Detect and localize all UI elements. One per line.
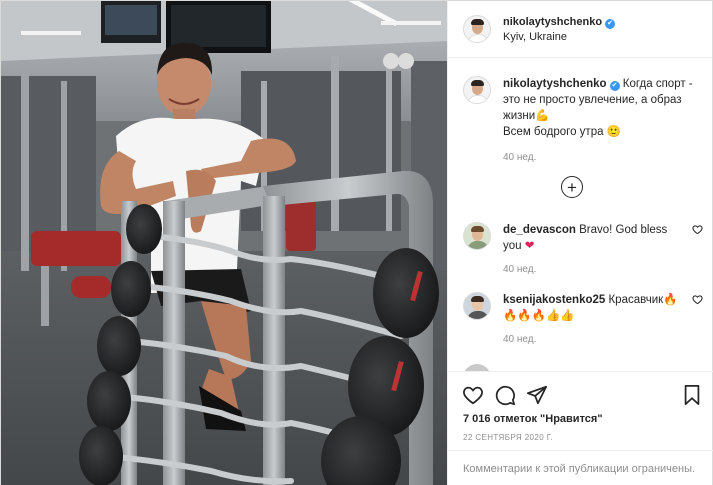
comments-scroll-area[interactable]: nikolaytyshchenko ✔ Когда спорт - это не … xyxy=(448,58,713,371)
comment-time[interactable]: 40 нед. xyxy=(503,334,703,345)
post-location[interactable]: Kyiv, Ukraine xyxy=(503,30,615,45)
author-avatar[interactable] xyxy=(463,15,491,43)
caption: nikolaytyshchenko ✔ Когда спорт - это не … xyxy=(463,76,703,163)
post-side-panel: nikolaytyshchenko ✔ Kyiv, Ukraine nikolay… xyxy=(447,1,713,485)
verified-badge-icon: ✔ xyxy=(609,81,620,91)
like-heart-icon[interactable] xyxy=(462,384,484,406)
flexed-biceps-emoji: 💪 xyxy=(535,110,550,122)
comment-item: de_devascon Bravo! God bless you ❤ 40 не… xyxy=(463,222,703,275)
post-photo[interactable] xyxy=(1,1,447,485)
comment-text: Красавчик xyxy=(608,294,664,306)
post-header-text: nikolaytyshchenko ✔ Kyiv, Ukraine xyxy=(503,13,616,45)
caption-username[interactable]: nikolaytyshchenko xyxy=(503,78,607,90)
caption-time[interactable]: 40 нед. xyxy=(503,152,703,163)
save-bookmark-icon[interactable] xyxy=(682,384,702,406)
verified-badge-icon: ✔ xyxy=(605,19,616,29)
commenter-avatar[interactable] xyxy=(463,222,491,250)
thumbs-up-emoji-row: 👍👍 xyxy=(545,310,575,322)
comment-body: ksenijakostenko25 Красавчик🔥 🔥🔥🔥👍👍 xyxy=(503,292,703,324)
heart-emoji: ❤ xyxy=(524,240,535,252)
caption-avatar[interactable] xyxy=(463,76,491,104)
comment-item: ksenijakostenko25 Красавчик🔥 🔥🔥🔥👍👍 40 не… xyxy=(463,292,703,345)
fire-emoji-row: 🔥🔥🔥 xyxy=(503,310,546,322)
author-username[interactable]: nikolaytyshchenko xyxy=(503,16,602,28)
commenter-avatar[interactable] xyxy=(463,292,491,320)
next-comment-avatar-partial xyxy=(463,364,491,371)
comments-restricted-notice: Комментарии к этой публикации ограничены… xyxy=(448,450,713,485)
fire-emoji: 🔥 xyxy=(663,294,678,306)
comment-bubble-icon[interactable] xyxy=(494,384,516,406)
comment-body: de_devascon Bravo! God bless you ❤ xyxy=(503,222,703,254)
likes-count[interactable]: 7 016 отметок "Нравится" xyxy=(463,413,603,425)
post-date[interactable]: 22 СЕНТЯБРЯ 2020 Г. xyxy=(463,433,553,442)
comment-username[interactable]: de_devascon xyxy=(503,224,576,236)
comment-username[interactable]: ksenijakostenko25 xyxy=(503,294,605,306)
caption-body: nikolaytyshchenko ✔ Когда спорт - это не … xyxy=(503,76,703,140)
instagram-post-window: nikolaytyshchenko ✔ Kyiv, Ukraine nikolay… xyxy=(0,0,713,485)
gym-photo-image xyxy=(1,1,447,485)
caption-text-2: Всем бодрого утра xyxy=(503,126,604,138)
share-paper-plane-icon[interactable] xyxy=(526,384,548,406)
comment-time[interactable]: 40 нед. xyxy=(503,264,703,275)
post-footer: 7 016 отметок "Нравится" 22 СЕНТЯБРЯ 202… xyxy=(448,371,713,485)
smile-emoji: 🙂 xyxy=(606,126,622,138)
load-more-comments-button[interactable]: + xyxy=(561,176,583,198)
post-actions-bar xyxy=(462,384,702,408)
post-header: nikolaytyshchenko ✔ Kyiv, Ukraine xyxy=(448,1,712,58)
comment-like-heart-icon[interactable] xyxy=(692,224,703,235)
comment-like-heart-icon[interactable] xyxy=(692,294,703,305)
